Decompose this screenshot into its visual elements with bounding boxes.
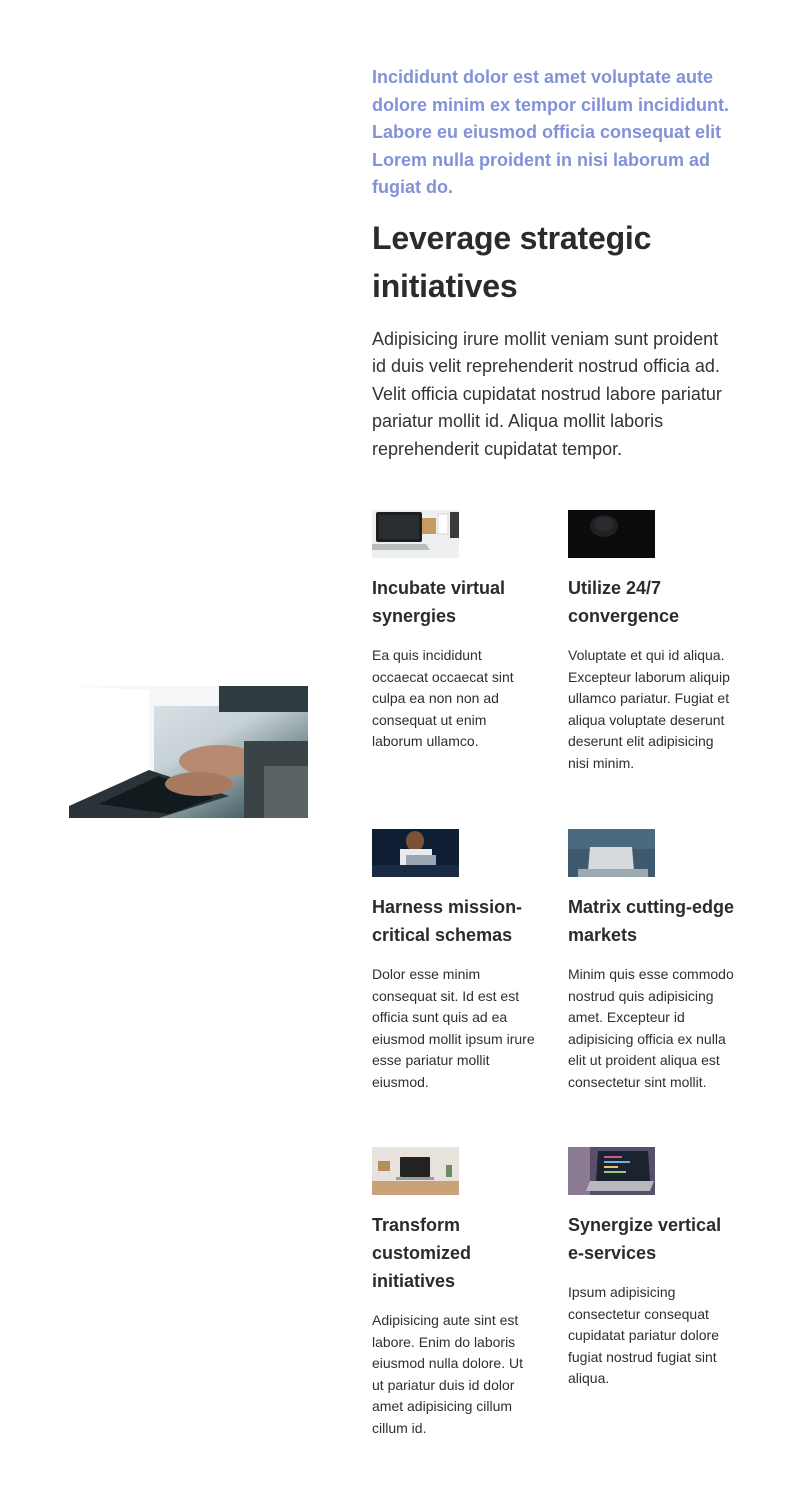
feature-image <box>372 510 459 558</box>
feature-image <box>372 829 459 877</box>
content-column: Incididunt dolor est amet voluptate aute… <box>372 64 732 463</box>
person-laptop-photo-icon <box>372 829 459 877</box>
laptop-typing-photo-icon <box>69 686 308 818</box>
lead-paragraph: Adipisicing irure mollit veniam sunt pro… <box>372 328 722 459</box>
feature-text: Adipisicing aute sint est labore. Enim d… <box>372 1312 523 1436</box>
laptop-typing-image <box>69 686 308 818</box>
feature-image <box>568 1147 655 1195</box>
laptop-desk-photo-icon <box>372 510 459 558</box>
feature-text: Minim quis esse commodo nostrud quis adi… <box>568 966 734 1090</box>
feature-card: Incubate virtual synergies Ea quis incid… <box>372 510 538 829</box>
feature-title: Utilize 24/7 convergence <box>568 578 680 626</box>
feature-card: Transform customized initiatives Adipisi… <box>372 1147 538 1447</box>
feature-text: Ipsum adipisicing consectetur consequat … <box>568 1284 719 1387</box>
feature-text: Voluptate et qui id aliqua. Excepteur la… <box>568 647 730 771</box>
feature-title: Matrix cutting-edge markets <box>568 897 735 945</box>
feature-text: Dolor esse minim consequat sit. Id est e… <box>372 966 535 1090</box>
feature-text: Ea quis incididunt occaecat occaecat sin… <box>372 647 514 750</box>
feature-card: Utilize 24/7 convergence Voluptate et qu… <box>568 510 734 829</box>
feature-card: Synergize vertical e-services Ipsum adip… <box>568 1147 734 1447</box>
intro-text: Incididunt dolor est amet voluptate aute… <box>372 67 730 197</box>
feature-grid: Incubate virtual synergies Ea quis incid… <box>372 510 752 1447</box>
feature-image <box>568 829 655 877</box>
feature-card: Harness mission-critical schemas Dolor e… <box>372 829 538 1147</box>
feature-card: Matrix cutting-edge markets Minim quis e… <box>568 829 734 1147</box>
laptop-table-photo-icon <box>372 1147 459 1195</box>
feature-title: Synergize vertical e-services <box>568 1215 722 1263</box>
laptop-couch-photo-icon <box>568 829 655 877</box>
feature-image <box>372 1147 459 1195</box>
feature-title: Incubate virtual synergies <box>372 578 506 626</box>
feature-title: Harness mission-critical schemas <box>372 897 523 945</box>
section-heading: Leverage strategic initiatives <box>372 219 652 304</box>
feature-title: Transform customized initiatives <box>372 1215 472 1291</box>
feature-image <box>568 510 655 558</box>
dark-mouse-photo-icon <box>568 510 655 558</box>
laptop-code-photo-icon <box>568 1147 655 1195</box>
